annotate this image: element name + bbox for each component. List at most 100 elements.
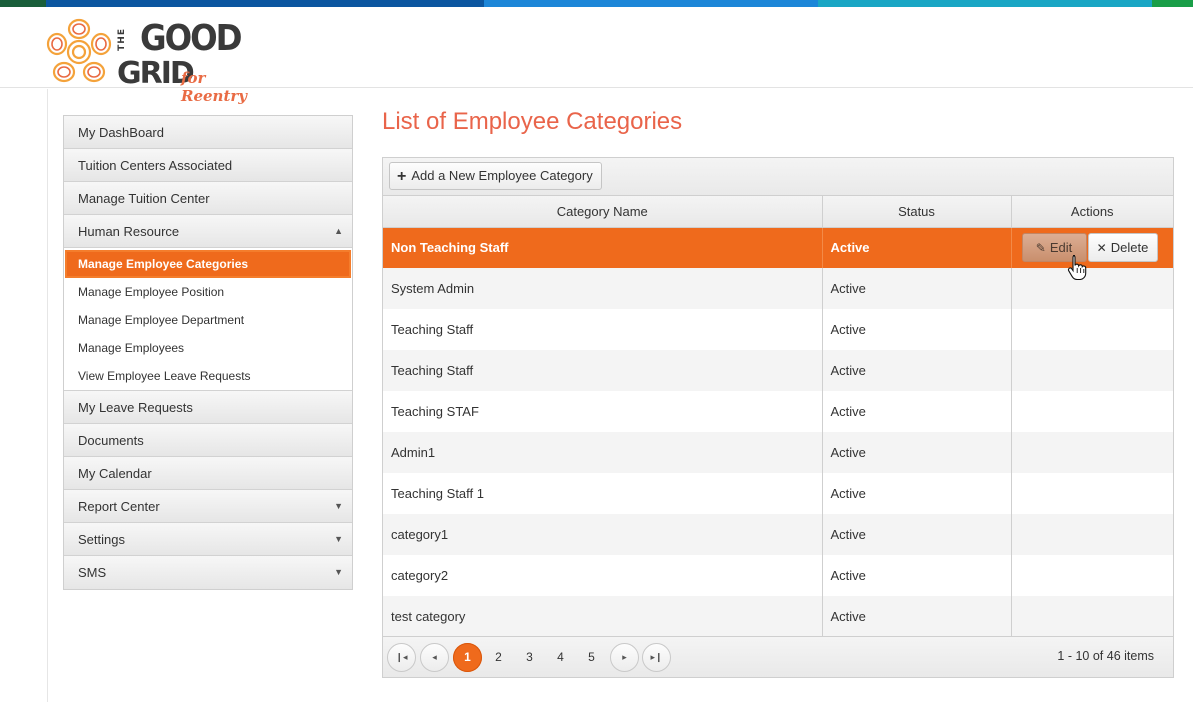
table-row[interactable]: Teaching Staff Active (383, 350, 1173, 391)
plus-icon: + (397, 168, 407, 185)
status-cell: Active (821, 268, 1011, 309)
actions-cell: ✎ Edit ✕ Delete (1010, 227, 1173, 268)
pager-info: 1 - 10 of 46 items (1057, 649, 1154, 663)
category-name-cell: Admin1 (383, 432, 822, 473)
sidebar-item-sms[interactable]: SMS ▼ (64, 556, 352, 589)
submenu-item-manage-employees[interactable]: Manage Employees (64, 334, 352, 362)
flower-logo-icon (46, 18, 112, 83)
page-3-button[interactable]: 3 (515, 643, 544, 672)
actions-cell (1010, 391, 1173, 432)
table-row[interactable]: Admin1 Active (383, 432, 1173, 473)
pencil-icon: ✎ (1035, 241, 1046, 256)
categories-table: Category Name Status Actions Non Teachin… (383, 196, 1173, 637)
hand-cursor-icon (1067, 254, 1087, 280)
category-name-cell: Non Teaching Staff (383, 227, 822, 268)
sidebar-item-label: Report Center (78, 499, 160, 514)
category-name-cell: category2 (391, 568, 449, 583)
header: THE GOOD GRID for Reentry (0, 7, 1193, 105)
category-name-cell: category1 (383, 514, 822, 555)
submenu-item-manage-employee-position[interactable]: Manage Employee Position (64, 278, 352, 306)
page-4-button[interactable]: 4 (546, 643, 575, 672)
category-name-cell: Teaching Staff (391, 322, 474, 337)
status-cell: Active (821, 227, 1011, 268)
pager: ❙◂ ◂ 1 2 3 4 5 ▸ ▸❙ 1 - 10 of 46 items (383, 636, 1173, 677)
table-row[interactable]: category1 Active (383, 514, 1173, 555)
logo-the: THE (117, 28, 127, 51)
table-row[interactable]: Teaching Staff Active (383, 309, 1173, 350)
add-button-label: Add a New Employee Category (411, 168, 593, 183)
caret-down-icon: ▼ (334, 567, 343, 577)
close-icon: ✕ (1096, 241, 1107, 256)
logo-good: GOOD (140, 18, 243, 59)
grid-toolbar: + Add a New Employee Category (383, 158, 1173, 196)
delete-button[interactable]: ✕ Delete (1087, 233, 1158, 263)
status-cell: Active (821, 350, 1011, 391)
sidebar-item-my-calendar[interactable]: My Calendar (64, 457, 352, 490)
actions-cell (1010, 555, 1173, 596)
table-row[interactable]: test category Active (383, 596, 1173, 637)
first-page-icon[interactable]: ❙◂ (387, 643, 416, 672)
sidebar-item-label: My DashBoard (78, 125, 164, 140)
category-name-cell: System Admin (383, 268, 822, 309)
status-cell: Active (821, 391, 1011, 432)
page-5-button[interactable]: 5 (577, 643, 606, 672)
table-row[interactable]: System Admin Active (383, 268, 1173, 309)
table-row[interactable]: category2 Active (383, 555, 1173, 596)
sidebar-item-label: Manage Tuition Center (78, 191, 210, 206)
sidebar-item-tuition-centers-associated[interactable]: Tuition Centers Associated (64, 149, 352, 182)
status-cell: Active (821, 432, 1011, 473)
actions-cell (1010, 473, 1173, 514)
sidebar-item-settings[interactable]: Settings ▼ (64, 523, 352, 556)
prev-page-icon[interactable]: ◂ (420, 643, 449, 672)
column-header-category-name[interactable]: Category Name (383, 196, 822, 228)
actions-cell (1010, 596, 1173, 637)
actions-cell (1010, 432, 1173, 473)
status-cell: Active (821, 473, 1011, 514)
table-row[interactable]: Non Teaching Staff Active ✎ Edit ✕ Delete (383, 227, 1173, 268)
status-cell: Active (821, 596, 1011, 637)
submenu-item-manage-employee-department[interactable]: Manage Employee Department (64, 306, 352, 334)
sidebar-item-manage-tuition-center[interactable]: Manage Tuition Center (64, 182, 352, 215)
sidebar-item-label: Documents (78, 433, 144, 448)
logo-tagline: for Reentry (181, 69, 248, 105)
page-1-button[interactable]: 1 (453, 643, 482, 672)
top-color-bar (0, 0, 1193, 7)
column-header-status[interactable]: Status (821, 196, 1011, 228)
sidebar-item-human-resource[interactable]: Human Resource ▲ (64, 215, 352, 248)
sidebar-item-report-center[interactable]: Report Center ▼ (64, 490, 352, 523)
caret-down-icon: ▼ (334, 534, 343, 544)
sidebar-menu: My DashBoard Tuition Centers Associated … (63, 115, 353, 590)
table-row[interactable]: Teaching Staff 1 Active (383, 473, 1173, 514)
caret-down-icon: ▼ (334, 501, 343, 511)
actions-cell (1010, 350, 1173, 391)
edit-label: Edit (1049, 240, 1073, 256)
sidebar-item-label: My Calendar (78, 466, 152, 481)
category-name-cell: Teaching Staff (383, 350, 822, 391)
status-cell: Active (821, 514, 1011, 555)
sidebar-item-label: Settings (78, 532, 125, 547)
next-page-icon[interactable]: ▸ (610, 643, 639, 672)
page-title: List of Employee Categories (382, 108, 683, 135)
sidebar-item-my-leave-requests[interactable]: My Leave Requests (64, 391, 352, 424)
sidebar-item-label: SMS (78, 565, 107, 580)
category-name-cell: Teaching STAF (391, 404, 479, 419)
status-cell: Active (821, 555, 1011, 596)
table-row[interactable]: Teaching STAF Active (383, 391, 1173, 432)
status-cell: Active (821, 309, 1011, 350)
last-page-icon[interactable]: ▸❙ (642, 643, 671, 672)
category-name-cell: Teaching Staff 1 (391, 486, 484, 501)
submenu-item-manage-employee-categories[interactable]: Manage Employee Categories (65, 250, 351, 278)
actions-cell (1010, 309, 1173, 350)
submenu-item-view-employee-leave-requests[interactable]: View Employee Leave Requests (64, 362, 352, 390)
page-2-button[interactable]: 2 (484, 643, 513, 672)
sidebar-item-dashboard[interactable]: My DashBoard (64, 116, 352, 149)
sidebar-item-documents[interactable]: Documents (64, 424, 352, 457)
categories-grid: + Add a New Employee Category Category Na… (382, 157, 1174, 678)
human-resource-submenu: Manage Employee Categories Manage Employ… (64, 248, 352, 391)
category-name-cell: test category (383, 596, 822, 637)
column-header-actions: Actions (1010, 196, 1173, 228)
actions-cell (1010, 268, 1173, 309)
sidebar-item-label: Human Resource (78, 224, 180, 239)
brand-logo[interactable]: THE GOOD GRID for Reentry (44, 14, 274, 105)
add-employee-category-button[interactable]: + Add a New Employee Category (389, 162, 602, 190)
